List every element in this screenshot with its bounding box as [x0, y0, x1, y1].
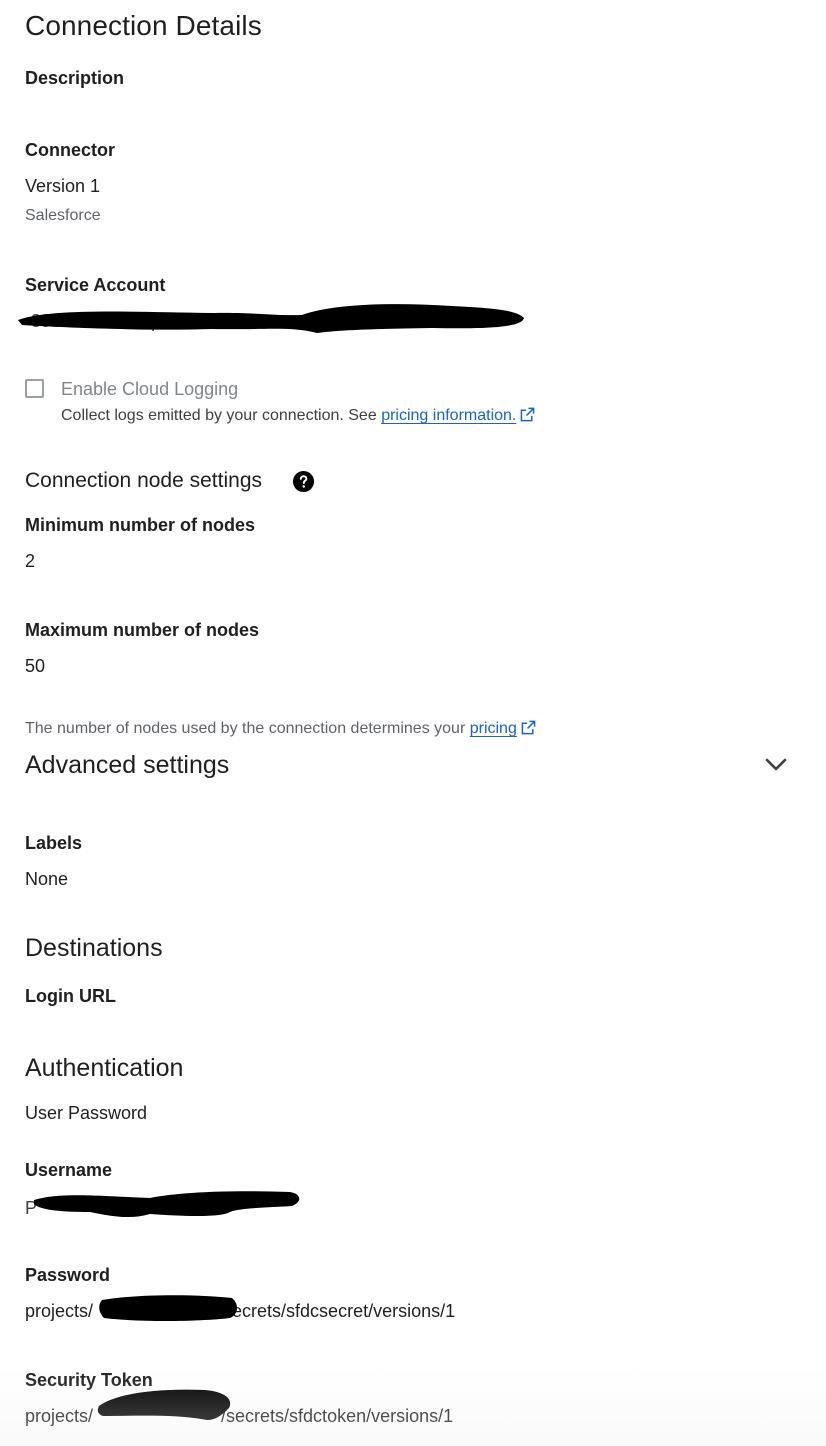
security-token-value: projects/ /secrets/sfdctoken/versions/1: [25, 1406, 453, 1427]
token-prefix: projects/: [25, 1406, 94, 1426]
auth-type-value: User Password: [25, 1103, 148, 1123]
password-suffix: secrets/sfdcsecret/versions/1: [223, 1301, 456, 1321]
labels-label: Labels: [25, 833, 83, 853]
enable-cloud-logging-label: Enable Cloud Logging: [61, 379, 239, 399]
labels-value: None: [25, 869, 69, 889]
page-title: Connection Details: [25, 10, 262, 41]
external-link-icon[interactable]: [520, 407, 535, 422]
external-link-icon[interactable]: [521, 720, 536, 735]
connector-version: Version 1: [25, 176, 101, 196]
service-account-label: Service Account: [25, 275, 166, 295]
login-url-label: Login URL: [25, 986, 116, 1006]
max-nodes-label: Maximum number of nodes: [25, 620, 260, 640]
max-nodes-value: 50: [25, 656, 46, 676]
redaction-mark: [97, 1389, 231, 1420]
advanced-settings-title[interactable]: Advanced settings: [25, 751, 229, 780]
cloud-logging-description-text: Collect logs emitted by your connection.…: [61, 407, 377, 424]
help-icon[interactable]: [292, 470, 315, 493]
password-label: Password: [25, 1265, 111, 1285]
redaction-mark: [18, 304, 524, 333]
destinations-title: Destinations: [25, 934, 163, 962]
authentication-title: Authentication: [25, 1054, 184, 1082]
min-nodes-label: Minimum number of nodes: [25, 515, 256, 535]
pricing-link[interactable]: pricing: [470, 720, 517, 737]
redaction-mark: [34, 1191, 300, 1218]
cloud-logging-description: Collect logs emitted by your connection.…: [61, 407, 535, 425]
chevron-down-icon[interactable]: [763, 753, 789, 775]
min-nodes-value: 2: [25, 551, 36, 571]
pricing-information-link[interactable]: pricing information.: [381, 407, 516, 424]
node-pricing-hint: The number of nodes used by the connecti…: [25, 720, 536, 738]
token-suffix: /secrets/sfdctoken/versions/1: [221, 1406, 454, 1426]
node-settings-title: Connection node settings: [25, 469, 262, 492]
description-label: Description: [25, 68, 125, 88]
enable-cloud-logging-checkbox[interactable]: [25, 379, 44, 398]
connector-label: Connector: [25, 140, 115, 160]
password-prefix: projects/: [25, 1301, 94, 1321]
connector-name: Salesforce: [25, 207, 101, 224]
node-pricing-hint-text: The number of nodes used by the connecti…: [25, 720, 466, 737]
redaction-mark: [99, 1295, 238, 1321]
connection-details-page: Connection Details Description Connector…: [0, 0, 826, 1446]
username-label: Username: [25, 1160, 113, 1180]
